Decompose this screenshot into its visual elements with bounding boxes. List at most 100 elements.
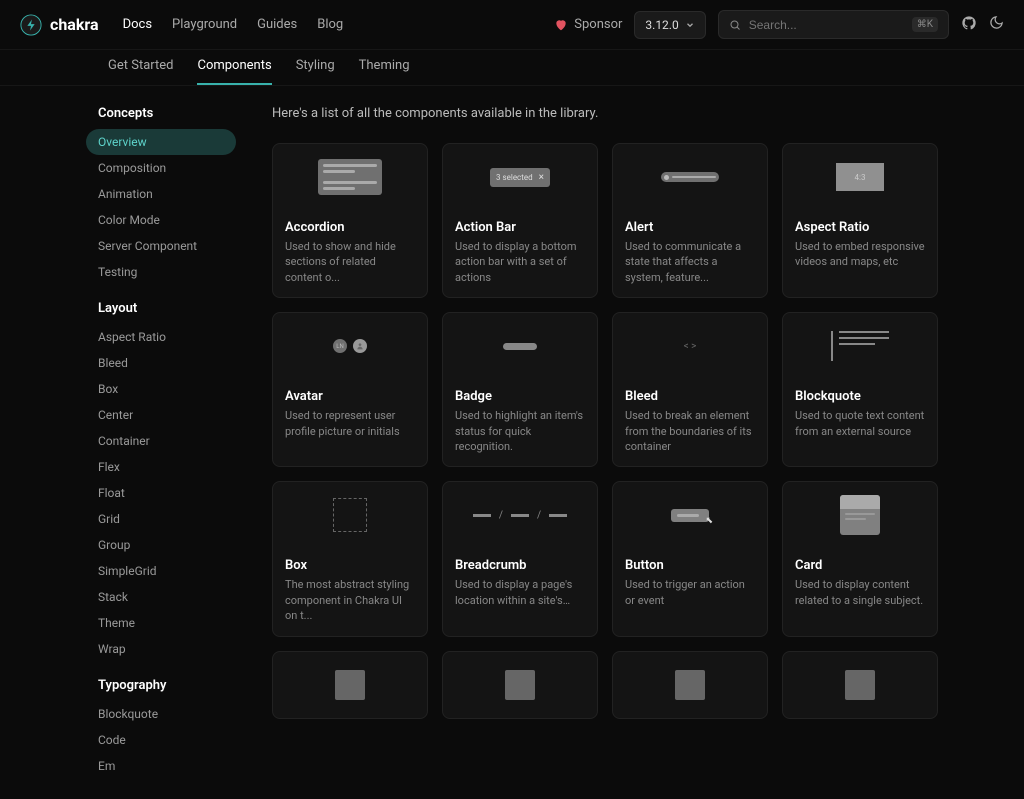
card-preview: // bbox=[443, 482, 597, 548]
card-title: Card bbox=[795, 558, 925, 573]
topbar: chakra DocsPlaygroundGuidesBlog Sponsor … bbox=[0, 0, 1024, 50]
card-desc: Used to break an element from the bounda… bbox=[625, 408, 755, 454]
sidebar-item-box[interactable]: Box bbox=[86, 376, 236, 402]
component-card-aspect-ratio[interactable]: 4:3 Aspect Ratio Used to embed responsive … bbox=[782, 143, 938, 298]
stub-preview-icon bbox=[675, 670, 705, 700]
avatar-preview-icon: LN bbox=[333, 339, 367, 353]
sidebar: ConceptsOverviewCompositionAnimationColo… bbox=[86, 106, 236, 779]
sidebar-item-color-mode[interactable]: Color Mode bbox=[86, 207, 236, 233]
sponsor-link[interactable]: Sponsor bbox=[554, 17, 622, 32]
sidebar-item-aspect-ratio[interactable]: Aspect Ratio bbox=[86, 324, 236, 350]
component-card-alert[interactable]: AlertUsed to communicate a state that af… bbox=[612, 143, 768, 298]
card-preview bbox=[443, 313, 597, 379]
card-title: Avatar bbox=[285, 389, 415, 404]
card-preview bbox=[273, 144, 427, 210]
card-title: Accordion bbox=[285, 220, 415, 235]
sidebar-item-code[interactable]: Code bbox=[86, 727, 236, 753]
sidebar-item-group[interactable]: Group bbox=[86, 532, 236, 558]
card-title: Blockquote bbox=[795, 389, 925, 404]
sidebar-item-overview[interactable]: Overview bbox=[86, 129, 236, 155]
topnav-docs[interactable]: Docs bbox=[123, 17, 152, 32]
logo-text: chakra bbox=[50, 15, 99, 34]
sidebar-item-stack[interactable]: Stack bbox=[86, 584, 236, 610]
component-card-accordion[interactable]: AccordionUsed to show and hide sections … bbox=[272, 143, 428, 298]
card-body: BreadcrumbUsed to display a page's locat… bbox=[443, 548, 597, 620]
sidebar-item-theme[interactable]: Theme bbox=[86, 610, 236, 636]
search-icon bbox=[729, 19, 741, 31]
sidebar-item-em[interactable]: Em bbox=[86, 753, 236, 779]
sidebar-item-container[interactable]: Container bbox=[86, 428, 236, 454]
card-preview bbox=[273, 652, 427, 718]
github-link[interactable] bbox=[961, 15, 977, 35]
topnav-guides[interactable]: Guides bbox=[257, 17, 297, 32]
component-card-card[interactable]: CardUsed to display content related to a… bbox=[782, 481, 938, 636]
component-card-action-bar[interactable]: 3 selected× Action BarUsed to display a b… bbox=[442, 143, 598, 298]
sponsor-label: Sponsor bbox=[574, 17, 622, 32]
sidebar-item-bleed[interactable]: Bleed bbox=[86, 350, 236, 376]
component-card-breadcrumb[interactable]: // BreadcrumbUsed to display a page's loc… bbox=[442, 481, 598, 636]
logo[interactable]: chakra bbox=[20, 14, 99, 36]
top-nav: Docs Playground Guides Blog bbox=[123, 17, 344, 32]
breadcrumb-preview-icon: // bbox=[473, 510, 567, 521]
search-field[interactable] bbox=[749, 18, 904, 32]
sidebar-item-center[interactable]: Center bbox=[86, 402, 236, 428]
component-card-stub[interactable] bbox=[612, 651, 768, 719]
card-desc: Used to highlight an item's status for q… bbox=[455, 408, 585, 454]
card-desc: Used to trigger an action or event bbox=[625, 577, 755, 608]
box-preview-icon bbox=[333, 498, 367, 532]
actionbar-preview-icon: 3 selected× bbox=[490, 168, 550, 187]
card-preview: 3 selected× bbox=[443, 144, 597, 210]
component-card-stub[interactable] bbox=[782, 651, 938, 719]
subnav-components[interactable]: Components bbox=[197, 58, 271, 85]
sidebar-item-composition[interactable]: Composition bbox=[86, 155, 236, 181]
topnav-blog[interactable]: Blog bbox=[317, 17, 343, 32]
stub-preview-icon bbox=[335, 670, 365, 700]
card-desc: Used to embed responsive videos and maps… bbox=[795, 239, 925, 270]
sidebar-item-blockquote[interactable]: Blockquote bbox=[86, 701, 236, 727]
component-grid: AccordionUsed to show and hide sections … bbox=[272, 143, 938, 719]
card-desc: Used to quote text content from an exter… bbox=[795, 408, 925, 439]
version-label: 3.12.0 bbox=[645, 18, 678, 32]
component-card-button[interactable]: ⬉ButtonUsed to trigger an action or even… bbox=[612, 481, 768, 636]
stub-preview-icon bbox=[505, 670, 535, 700]
component-card-stub[interactable] bbox=[442, 651, 598, 719]
sidebar-item-animation[interactable]: Animation bbox=[86, 181, 236, 207]
component-card-box[interactable]: BoxThe most abstract styling component i… bbox=[272, 481, 428, 636]
sidebar-item-testing[interactable]: Testing bbox=[86, 259, 236, 285]
search-input[interactable]: ⌘K bbox=[718, 10, 949, 39]
accordion-preview-icon bbox=[318, 159, 382, 195]
sidebar-item-float[interactable]: Float bbox=[86, 480, 236, 506]
card-title: Aspect Ratio bbox=[795, 220, 925, 235]
blockquote-preview-icon bbox=[831, 331, 889, 361]
moon-icon bbox=[989, 15, 1004, 30]
subnav-theming[interactable]: Theming bbox=[359, 58, 410, 85]
card-preview bbox=[783, 313, 937, 379]
sidebar-item-wrap[interactable]: Wrap bbox=[86, 636, 236, 662]
version-select[interactable]: 3.12.0 bbox=[634, 11, 705, 39]
component-card-avatar[interactable]: LN Avatar Used to represent user profile p… bbox=[272, 312, 428, 467]
github-icon bbox=[961, 15, 977, 31]
component-card-badge[interactable]: BadgeUsed to highlight an item's status … bbox=[442, 312, 598, 467]
card-desc: Used to represent user profile picture o… bbox=[285, 408, 415, 439]
subnav-styling[interactable]: Styling bbox=[296, 58, 335, 85]
card-body: CardUsed to display content related to a… bbox=[783, 548, 937, 620]
chevron-down-icon bbox=[685, 20, 695, 30]
component-card-blockquote[interactable]: Blockquote Used to quote text content fro… bbox=[782, 312, 938, 467]
sidebar-item-flex[interactable]: Flex bbox=[86, 454, 236, 480]
card-preview bbox=[783, 482, 937, 548]
card-body: Action BarUsed to display a bottom actio… bbox=[443, 210, 597, 297]
sidebar-item-server-component[interactable]: Server Component bbox=[86, 233, 236, 259]
component-card-bleed[interactable]: < >BleedUsed to break an element from th… bbox=[612, 312, 768, 467]
card-body: Avatar Used to represent user profile pic… bbox=[273, 379, 427, 451]
sidebar-item-simplegrid[interactable]: SimpleGrid bbox=[86, 558, 236, 584]
card-desc: Used to communicate a state that affects… bbox=[625, 239, 755, 285]
topnav-playground[interactable]: Playground bbox=[172, 17, 237, 32]
bleed-preview-icon: < > bbox=[684, 341, 697, 352]
stub-preview-icon bbox=[845, 670, 875, 700]
layout: ConceptsOverviewCompositionAnimationColo… bbox=[0, 86, 1024, 799]
card-preview: 4:3 bbox=[783, 144, 937, 210]
theme-toggle[interactable] bbox=[989, 15, 1004, 34]
subnav-get-started[interactable]: Get Started bbox=[108, 58, 173, 85]
sidebar-item-grid[interactable]: Grid bbox=[86, 506, 236, 532]
component-card-stub[interactable] bbox=[272, 651, 428, 719]
